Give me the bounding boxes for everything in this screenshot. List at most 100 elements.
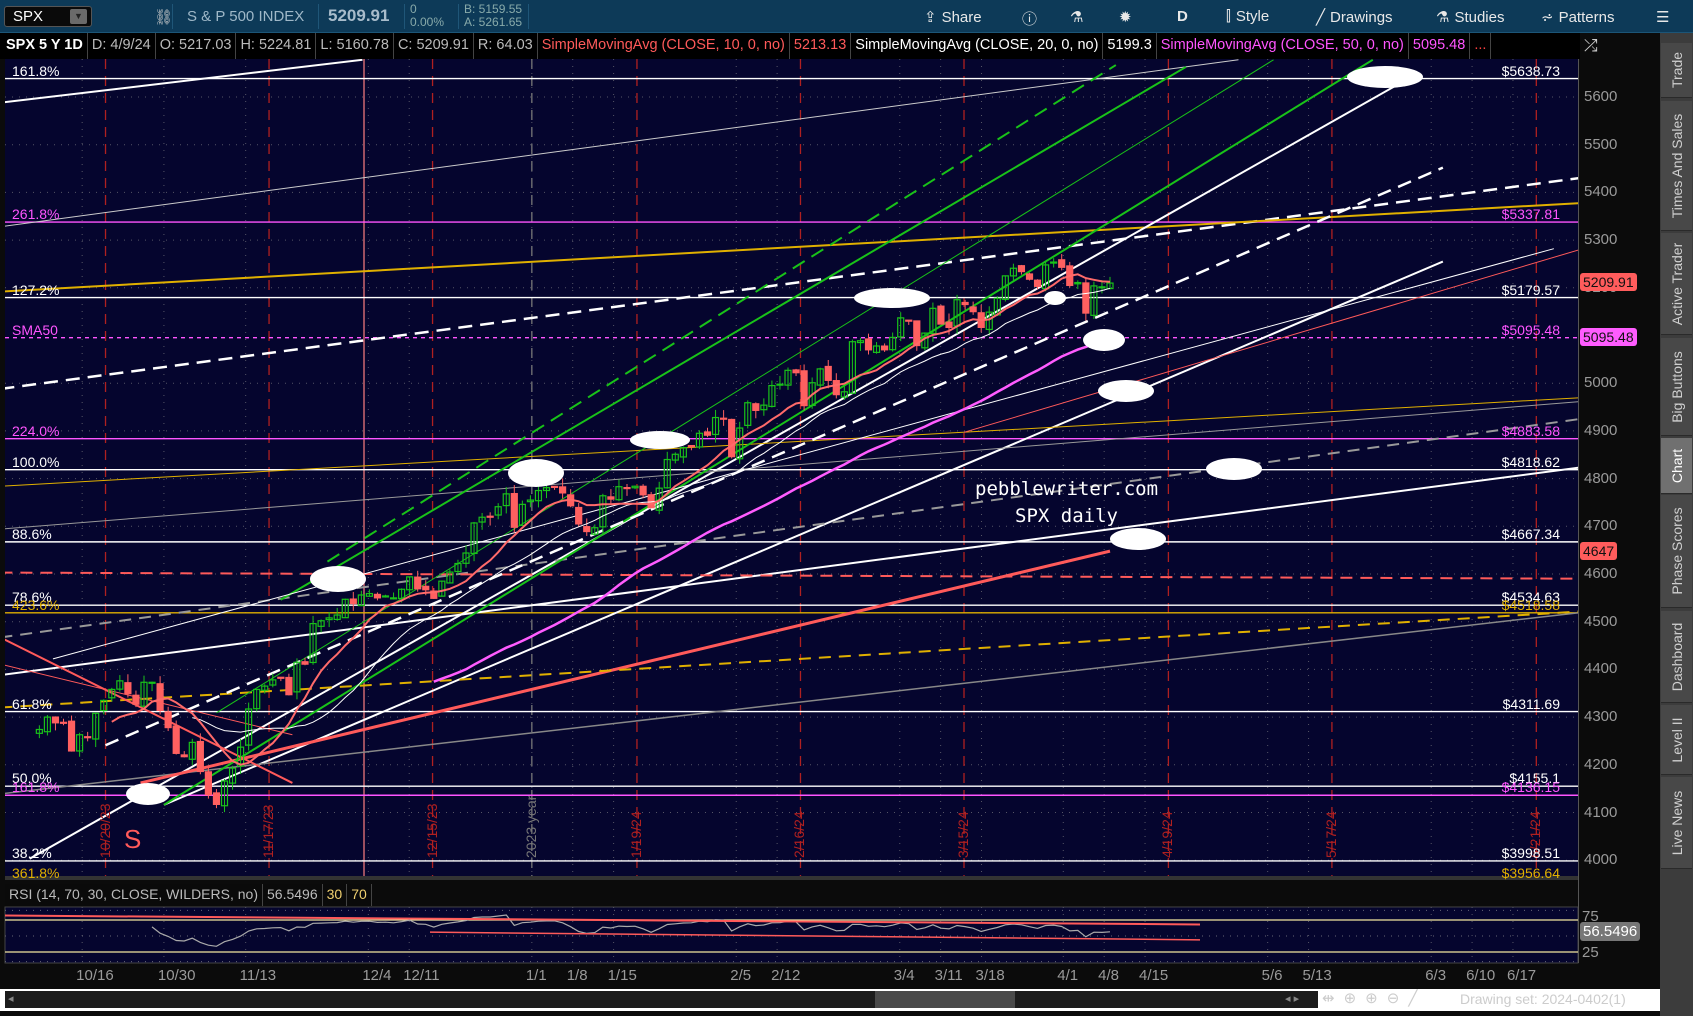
candle [285, 673, 293, 696]
fib-right-label: $5638.73 [1501, 62, 1560, 79]
watermark-subtitle: SPX daily [1015, 505, 1118, 527]
date-tick-label: 4/1 [1057, 967, 1079, 984]
pane-divider[interactable] [5, 876, 1578, 880]
rsi-value-tag: 56.5496 [1580, 921, 1641, 941]
rsi-label[interactable]: RSI (14, 70, 30, CLOSE, WILDERS, no) [5, 884, 263, 906]
fib-left-label: 161.8% [12, 62, 60, 79]
date-tick-label: 12/11 [403, 967, 440, 984]
sidebar-tab-phase-scores[interactable]: Phase Scores [1661, 495, 1692, 608]
date-tick-label: 3/18 [975, 967, 1005, 984]
candle [937, 304, 945, 325]
last-price-tag: 5209.91 [1580, 273, 1637, 292]
date-tick-label: 2/5 [730, 967, 752, 984]
sidebar-tab-trade[interactable]: Trade [1661, 43, 1692, 98]
target-ellipse [126, 783, 170, 805]
date-marker-label: 2/16/24 [791, 811, 808, 858]
date-tick-label: 6/10 [1466, 967, 1496, 984]
fib-left-label: 261.8% [12, 206, 60, 223]
chart-tools[interactable]: ⇹⊕⊕⊖╱ [1322, 989, 1426, 1007]
rsi-header: RSI (14, 70, 30, CLOSE, WILDERS, no) 56.… [5, 884, 372, 906]
fib-left-label: 88.6% [12, 525, 52, 542]
rsi-value: 56.5496 [263, 884, 323, 906]
sidebar-tab-label: Level II [1668, 716, 1685, 763]
watermark-site: pebblewriter.com [975, 478, 1159, 500]
date-tick-label: 2/12 [771, 967, 801, 984]
rsi-overbought: 70 [347, 884, 372, 906]
sidebar-tab-active-trader[interactable]: Active Trader [1661, 233, 1692, 335]
date-marker-label: 4/19/24 [1159, 811, 1176, 858]
fib-left-label: 161.8% [12, 779, 60, 796]
chart-canvas[interactable] [0, 0, 1693, 1016]
fib-right-label: $5095.48 [1501, 321, 1560, 338]
fib-left-label: 423.6% [12, 596, 60, 613]
candle [1025, 272, 1034, 281]
sidebar-tab-live-news[interactable]: Live News [1661, 777, 1692, 869]
price-tick-label: 4600 [1584, 565, 1618, 582]
rsi-oversold: 30 [323, 884, 348, 906]
date-marker-label: 11/17/23 [260, 804, 277, 858]
date-tick-label: 5/13 [1302, 967, 1332, 984]
fib-right-label: $4518.58 [1501, 596, 1560, 613]
sidebar-tab-dashboard[interactable]: Dashboard [1661, 611, 1692, 703]
fib-left-label: 127.2% [12, 281, 60, 298]
target-ellipse [1347, 66, 1423, 88]
drawing-set-selector[interactable]: Drawing set: 2024-0402(1) [1460, 991, 1626, 1007]
fib-right-label: $3956.64 [1501, 864, 1560, 881]
sidebar-tab-times-and-sales[interactable]: Times And Sales [1661, 101, 1692, 231]
price-tick-label: 4900 [1584, 421, 1618, 439]
sidebar-tab-big-buttons[interactable]: Big Buttons [1661, 338, 1692, 436]
bottom-bar: ◂ ◂ ▸ ⇹⊕⊕⊖╱ Drawing set: 2024-0402(1) [0, 989, 1660, 1011]
sidebar-tab-label: Chart [1668, 448, 1685, 483]
fib-left-label: SMA50 [12, 321, 58, 338]
target-ellipse [630, 431, 690, 449]
fib-left-label: 38.2% [12, 844, 52, 861]
candle [172, 720, 180, 755]
scroll-arrows-icon[interactable]: ◂ ▸ [1285, 992, 1299, 1005]
date-tick-label: 6/17 [1506, 967, 1537, 984]
target-ellipse [1110, 528, 1166, 550]
fib-left-label: 61.8% [12, 695, 52, 712]
date-marker-label: 5/17/24 [1322, 811, 1339, 858]
date-tick-label: 6/3 [1425, 967, 1447, 984]
date-tick-label: 10/30 [157, 967, 196, 984]
sma50-price-tag: 5095.48 [1580, 327, 1637, 346]
fib-right-label: $4883.58 [1501, 422, 1560, 439]
price-tick-label: 4800 [1584, 469, 1618, 487]
sidebar-tab-level-ii[interactable]: Level II [1661, 705, 1692, 775]
fib-right-label: $4311.69 [1502, 695, 1560, 712]
date-tick-label: 11/13 [239, 967, 277, 984]
target-ellipse [310, 566, 366, 592]
signal-marker: S [124, 824, 142, 854]
date-tick-label: 12/4 [362, 967, 392, 984]
fib-left-label: 224.0% [12, 422, 60, 439]
horizontal-scrollbar[interactable]: ◂ ◂ ▸ [5, 991, 1318, 1008]
sidebar-tab-chart[interactable]: Chart [1661, 438, 1692, 494]
date-marker-label: 10/20/23 [96, 803, 113, 859]
date-marker-label: 2023 year [522, 795, 539, 858]
pan-icon: ⇹ [1322, 990, 1344, 1007]
scrollbar-thumb[interactable] [875, 991, 1015, 1008]
target-ellipse [1098, 380, 1154, 402]
sidebar-tab-label: Big Buttons [1668, 350, 1685, 423]
candle [67, 715, 76, 752]
fib-right-label: $4136.15 [1501, 779, 1560, 796]
crosshair-icon: ⊕ [1343, 990, 1366, 1007]
date-tick-label: 10/16 [76, 967, 114, 984]
date-tick-label: 1/8 [566, 967, 588, 984]
candle [647, 491, 655, 509]
sidebar-tab-label: Times And Sales [1668, 113, 1685, 218]
candle [728, 418, 736, 459]
price-tick-label: 4500 [1584, 612, 1618, 630]
date-tick-label: 4/8 [1098, 967, 1120, 984]
fib-right-label: $5179.57 [1501, 281, 1560, 298]
candle [204, 767, 212, 799]
price-tick-label: 4400 [1584, 660, 1618, 678]
scroll-left-icon[interactable]: ◂ [8, 992, 14, 1005]
price-tick-label: 5500 [1584, 135, 1618, 153]
target-ellipse [1206, 458, 1262, 480]
fib-right-label: $4818.62 [1501, 453, 1560, 470]
date-tick-label: 5/6 [1261, 967, 1283, 984]
fib-right-label: $3998.51 [1501, 844, 1560, 861]
rsi-pane[interactable] [4, 906, 1579, 964]
price-tick-label: 5300 [1584, 231, 1618, 249]
